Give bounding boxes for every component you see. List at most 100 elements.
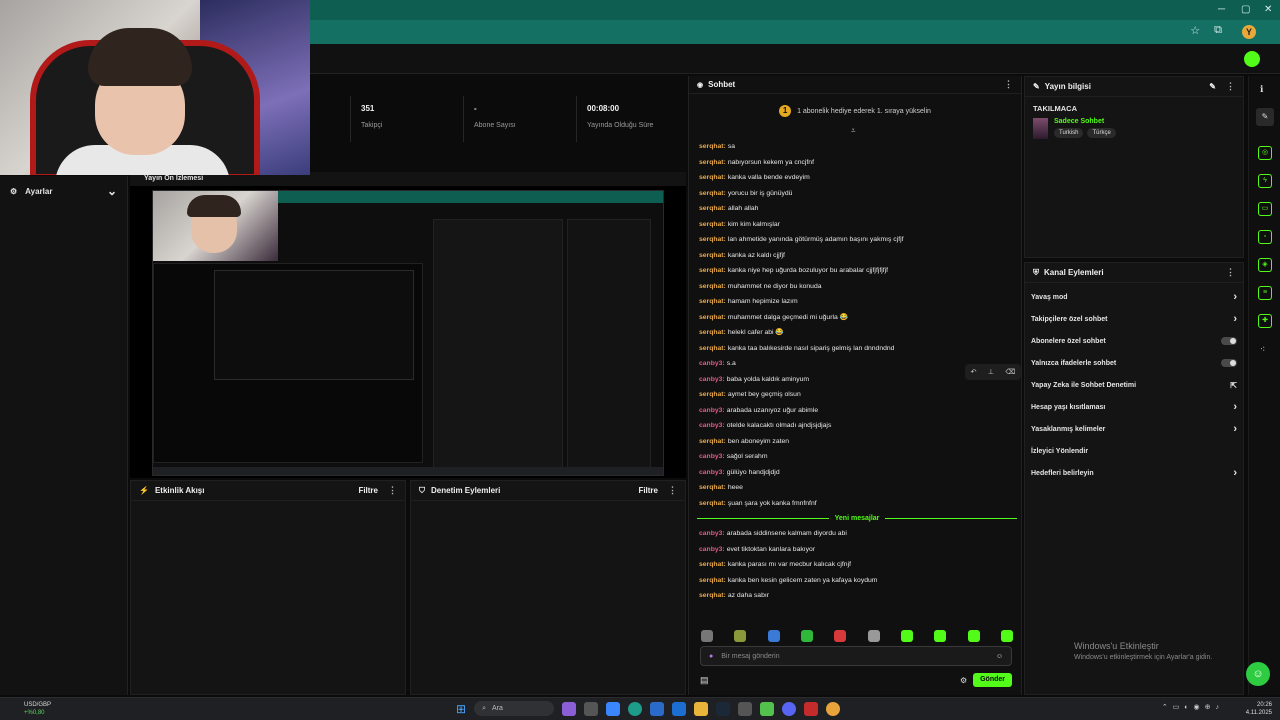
chat-message[interactable]: serqhat: allah allah	[699, 201, 1015, 217]
chrome-icon[interactable]	[826, 701, 841, 716]
emote-button[interactable]	[701, 630, 713, 642]
rail-bolt-icon[interactable]: ϟ	[1258, 174, 1272, 188]
channel-action-item[interactable]: Takipçilere özel sohbet ›	[1025, 308, 1243, 330]
emote-button[interactable]	[967, 630, 980, 642]
folder-icon[interactable]	[694, 701, 709, 716]
help-chat-button[interactable]: ☺	[1246, 662, 1270, 686]
chat-username[interactable]: canby3:	[699, 469, 725, 476]
chat-username[interactable]: serqhat:	[699, 283, 726, 290]
emote-button[interactable]	[867, 630, 880, 642]
chat-username[interactable]: serqhat:	[699, 561, 726, 568]
chat-username[interactable]: serqhat:	[699, 267, 726, 274]
chat-username[interactable]: serqhat:	[699, 159, 726, 166]
windows-start-icon[interactable]: ⊞	[456, 702, 466, 716]
taskbar-clock[interactable]: 20:26 4.11.2025	[1246, 701, 1272, 717]
rail-wrench-icon[interactable]: ✚	[1258, 314, 1272, 328]
chat-username[interactable]: canby3:	[699, 360, 725, 367]
app-icon[interactable]	[584, 701, 599, 716]
gift-banner[interactable]: 1 1 abonelik hediye ederek 1. sıraya yük…	[689, 98, 1021, 124]
chat-username[interactable]: serqhat:	[699, 500, 726, 507]
chat-message[interactable]: serqhat: kanka niye hep uğurda bozuluyor …	[699, 263, 1015, 279]
emoji-icon[interactable]: ☺	[996, 653, 1003, 660]
channel-action-item[interactable]: Hesap yaşı kısıtlaması ›	[1025, 396, 1243, 418]
channel-action-item[interactable]: Yalnızca ifadelerle sohbet	[1025, 352, 1243, 374]
chat-message[interactable]: serqhat: şuan şara yok kanka fmnfnfnf	[699, 496, 1015, 512]
channel-action-item[interactable]: Hedefleri belirleyin ›	[1025, 462, 1243, 484]
chat-more-icon[interactable]: ⋮	[1004, 79, 1013, 90]
chat-username[interactable]: canby3:	[699, 530, 725, 537]
minimize-button[interactable]: ─	[1218, 4, 1225, 15]
taskbar-search[interactable]: ⌕ Ara	[474, 701, 555, 716]
chat-message[interactable]: canby3: arabada siddinsene kalmam diyordu…	[699, 526, 1015, 542]
chat-message[interactable]: serqhat: kanka valla bende evdeyim	[699, 170, 1015, 186]
emote-button[interactable]	[767, 630, 780, 642]
chat-message[interactable]: canby3: gülüyo handjdjdjd	[699, 465, 1015, 481]
moderation-filter-button[interactable]: Filtre	[638, 486, 658, 495]
microphone-icon[interactable]: ●	[709, 653, 713, 660]
maximize-button[interactable]: ▢	[1241, 4, 1250, 15]
chevron-right-icon[interactable]: ›	[1233, 401, 1237, 413]
chat-message[interactable]: serqhat: kanka taa balıkesirde nasıl sipa…	[699, 341, 1015, 357]
app-icon[interactable]	[650, 701, 665, 716]
chat-message[interactable]: serqhat: kanka parası mı var mecbur kalıc…	[699, 557, 1015, 573]
emote-button[interactable]	[900, 630, 913, 642]
rail-doc-icon[interactable]: ▭	[1258, 202, 1272, 216]
info-more-icon[interactable]: ⋮	[1226, 81, 1235, 92]
chat-username[interactable]: serqhat:	[699, 484, 726, 491]
emote-button[interactable]	[1000, 630, 1013, 642]
chat-username[interactable]: serqhat:	[699, 252, 726, 259]
chat-message[interactable]: canby3: evet tiktoktan kanlara bakıyor	[699, 542, 1015, 558]
emote-button[interactable]	[800, 630, 813, 642]
chat-message[interactable]: serqhat: heee	[699, 480, 1015, 496]
emote-button[interactable]	[934, 630, 947, 642]
chat-message[interactable]: serqhat: nabıyorsun kekem ya cncjfnf	[699, 155, 1015, 171]
app-icon[interactable]	[738, 701, 753, 716]
chat-message[interactable]: serqhat: kanka az kaldı cjjfjf	[699, 248, 1015, 264]
app-icon[interactable]	[760, 701, 775, 716]
chat-username[interactable]: canby3:	[699, 453, 725, 460]
address-bar[interactable]	[310, 20, 1280, 44]
edit-icon[interactable]: ✎	[1209, 82, 1216, 91]
app-icon[interactable]	[804, 701, 819, 716]
app-icon[interactable]	[562, 701, 577, 716]
toggle-switch[interactable]	[1221, 359, 1237, 367]
steam-icon[interactable]	[716, 701, 731, 716]
chat-message[interactable]: serqhat: aymet bey geçmiş olsun	[699, 387, 1015, 403]
chat-message[interactable]: serqhat: kim kim kalmışlar	[699, 217, 1015, 233]
pinned-expand-icon[interactable]: ⩡	[851, 126, 856, 136]
chat-message[interactable]: serqhat: muhammet ne diyor bu konuda	[699, 279, 1015, 295]
toggle-switch[interactable]	[1221, 337, 1237, 345]
system-tray[interactable]: ⌃▭◐◉⊕♪	[1162, 703, 1224, 711]
chat-username[interactable]: serqhat:	[699, 577, 726, 584]
chat-username[interactable]: canby3:	[699, 422, 725, 429]
moderation-more-icon[interactable]: ⋮	[668, 485, 677, 496]
rail-share-icon[interactable]: ⁖	[1260, 344, 1265, 355]
chat-message[interactable]: serqhat: hamam hepimize lazım	[699, 294, 1015, 310]
chat-message[interactable]: serqhat: lan ahmetide yanında götürmüş ad…	[699, 232, 1015, 248]
chat-username[interactable]: serqhat:	[699, 329, 726, 336]
chevron-down-icon[interactable]: ⌄	[107, 184, 117, 198]
chat-message[interactable]: canby3: arabada uzanıyoz uğur abimle	[699, 403, 1015, 419]
chat-message[interactable]: serqhat: ben aboneyim zaten	[699, 434, 1015, 450]
chat-username[interactable]: serqhat:	[699, 221, 726, 228]
chat-username[interactable]: serqhat:	[699, 314, 726, 321]
send-button[interactable]: Gönder	[973, 673, 1012, 687]
chat-username[interactable]: serqhat:	[699, 345, 726, 352]
channel-action-item[interactable]: Yapay Zeka ile Sohbet Denetimi ⇱	[1025, 374, 1243, 396]
emote-button[interactable]	[734, 630, 747, 642]
feed-filter-button[interactable]: Filtre	[358, 486, 378, 495]
edit-mode-icon[interactable]: ✎	[1256, 108, 1274, 126]
settings-toggle[interactable]: ⚙ Ayarlar ⌄	[0, 178, 127, 204]
chat-username[interactable]: serqhat:	[699, 143, 726, 150]
trash-icon[interactable]: ⌫	[1005, 368, 1015, 376]
chat-message[interactable]: serqhat: yorucu bir iş günüydü	[699, 186, 1015, 202]
chat-message[interactable]: serqhat: kanka ben kesin gelicem zaten ya…	[699, 573, 1015, 589]
chat-message[interactable]: serqhat: muhammet dalga geçmedi mi uğurla…	[699, 310, 1015, 326]
chat-message[interactable]: canby3: sağol serahm	[699, 449, 1015, 465]
chat-username[interactable]: serqhat:	[699, 205, 726, 212]
channel-action-item[interactable]: İzleyici Yönlendir	[1025, 440, 1243, 462]
chat-message[interactable]: serqhat: az daha sabır	[699, 588, 1015, 604]
chat-username[interactable]: serqhat:	[699, 190, 726, 197]
chat-username[interactable]: serqhat:	[699, 236, 726, 243]
bookmark-star-icon[interactable]: ☆	[1190, 24, 1200, 37]
